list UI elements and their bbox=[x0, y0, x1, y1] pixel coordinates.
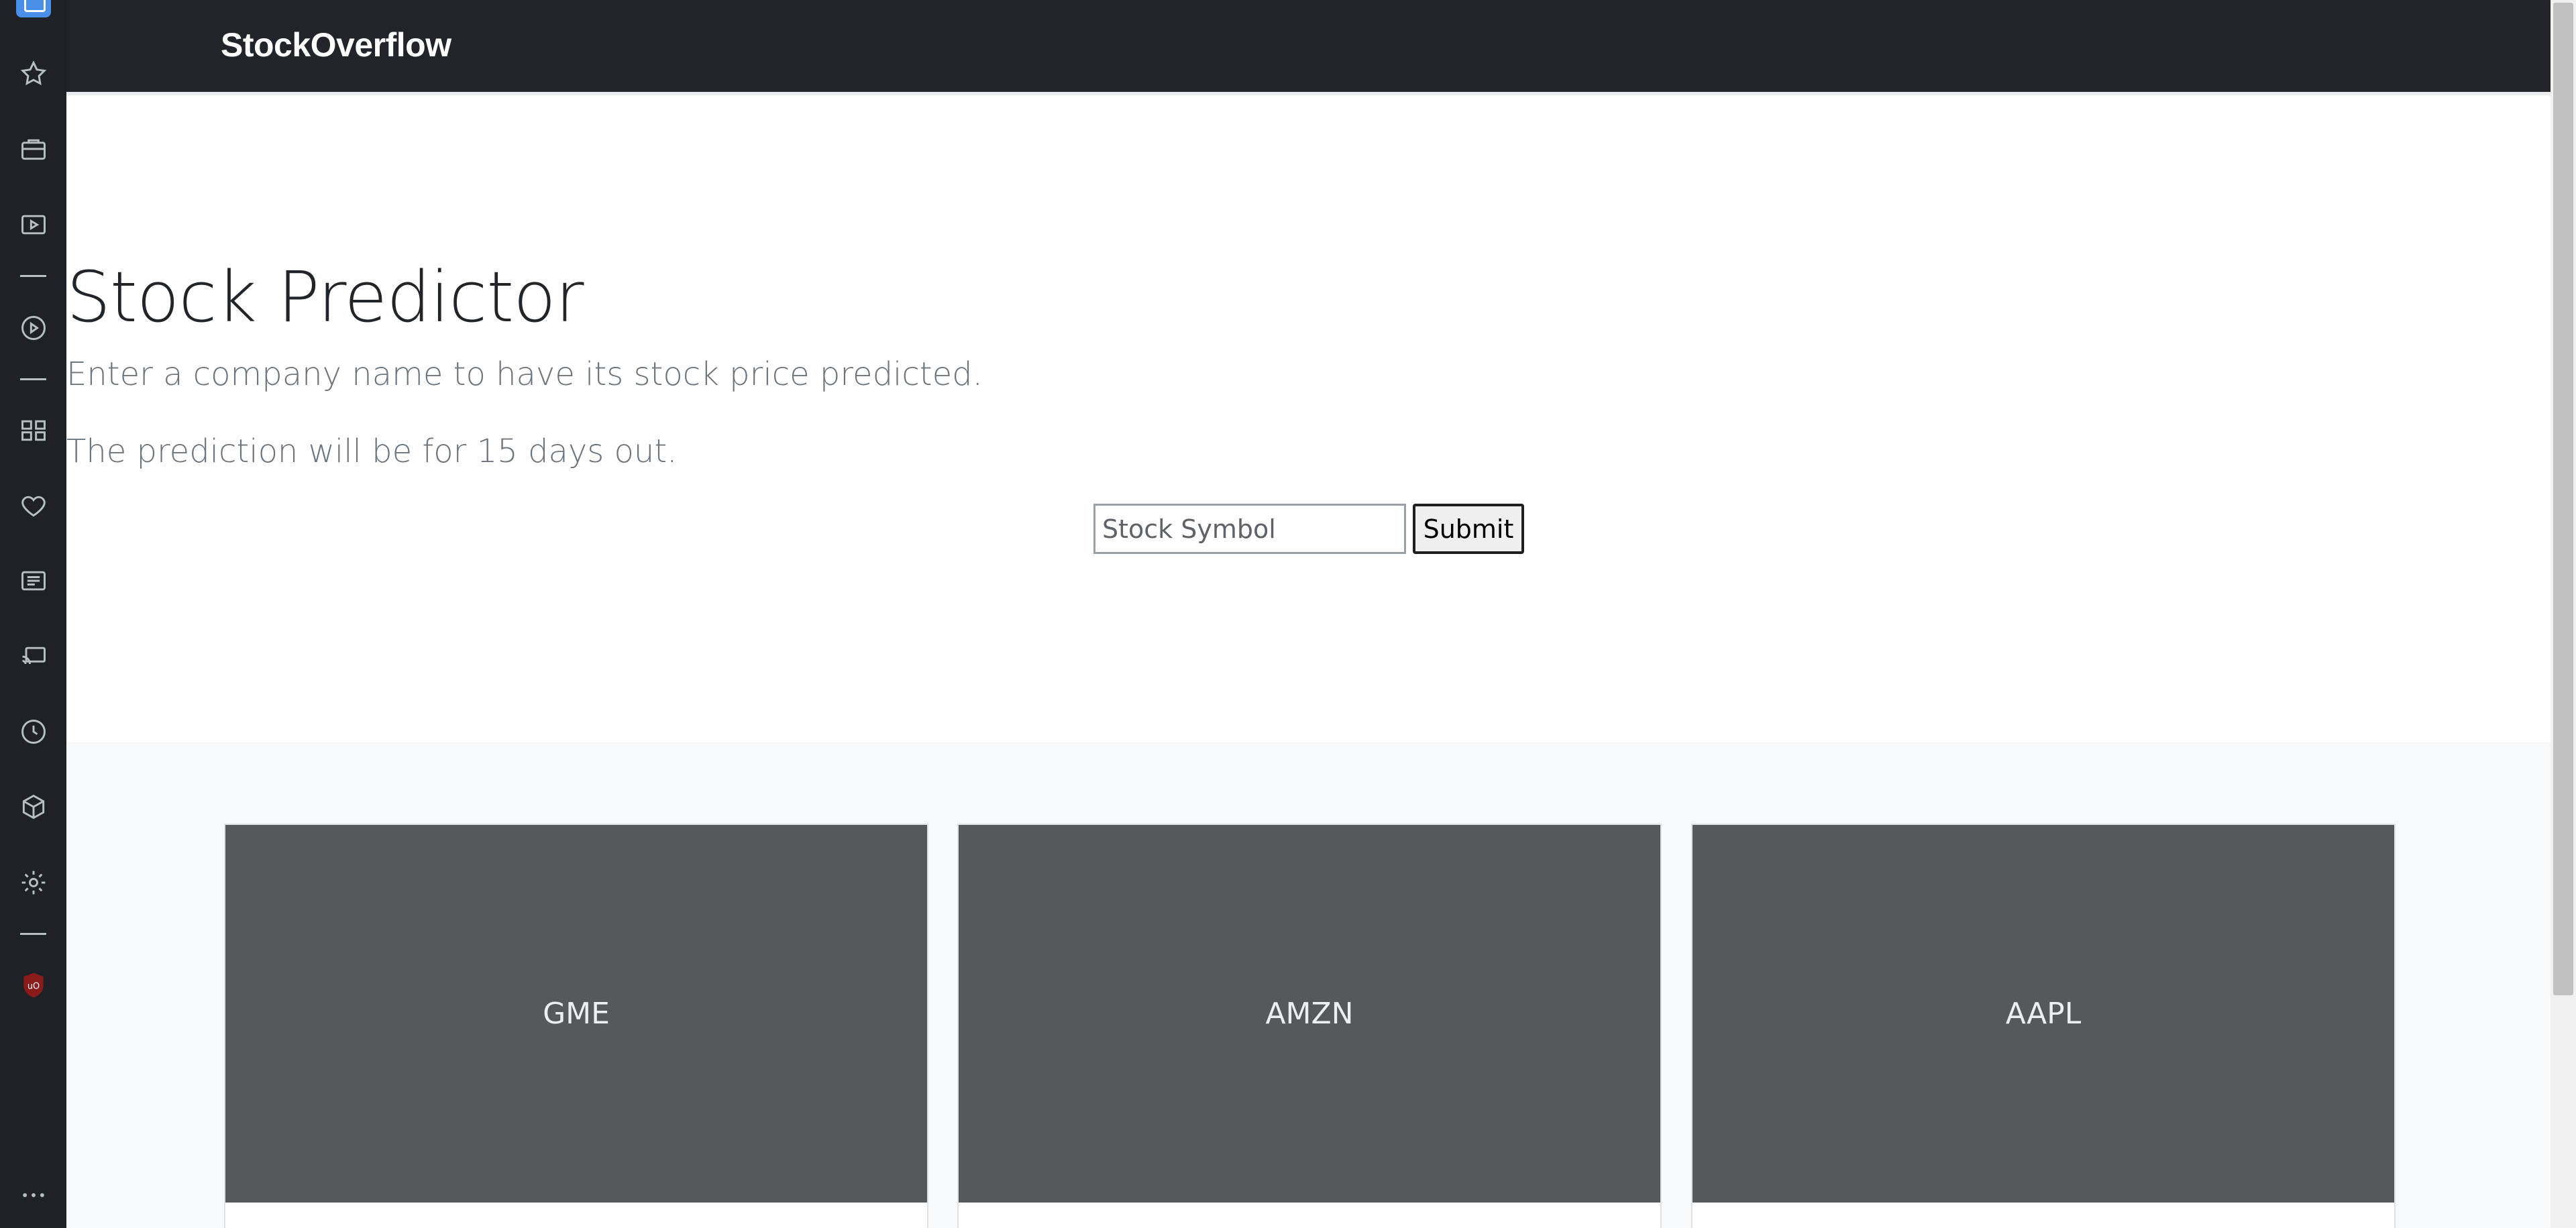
card-thumbnail[interactable]: AAPL bbox=[1693, 825, 2394, 1203]
navbar: StockOverflow bbox=[66, 0, 2551, 95]
sidebar-divider bbox=[20, 378, 46, 380]
news-icon[interactable] bbox=[0, 557, 66, 604]
history-icon[interactable] bbox=[0, 708, 66, 755]
tab-icon[interactable] bbox=[16, 0, 51, 17]
hero-lead-text: Enter a company name to have its stock p… bbox=[66, 355, 983, 393]
browser-sidebar: uO bbox=[0, 0, 66, 1228]
star-icon[interactable] bbox=[0, 50, 66, 97]
svg-text:uO: uO bbox=[27, 982, 39, 992]
apps-icon[interactable] bbox=[0, 406, 66, 453]
sidebar-divider bbox=[20, 275, 46, 277]
card-thumbnail[interactable]: AMZN bbox=[959, 825, 1660, 1203]
stock-cards-section: GME AMZN AAPL bbox=[66, 742, 2551, 1228]
hero-sub-text: The prediction will be for 15 days out. bbox=[66, 433, 678, 470]
page-scrollbar-thumb[interactable] bbox=[2553, 3, 2573, 995]
page-title: Stock Predictor bbox=[66, 256, 584, 338]
card-thumbnail[interactable]: GME bbox=[225, 825, 927, 1203]
heart-icon[interactable] bbox=[0, 482, 66, 529]
hero-section: Stock Predictor Enter a company name to … bbox=[66, 95, 2551, 742]
card-label: AAPL bbox=[2005, 997, 2082, 1031]
more-icon[interactable] bbox=[0, 1172, 66, 1219]
stock-card[interactable]: AMZN bbox=[957, 824, 1662, 1228]
video-icon[interactable] bbox=[0, 201, 66, 248]
play-icon[interactable] bbox=[0, 304, 66, 351]
stock-card[interactable]: GME bbox=[224, 824, 928, 1228]
stock-card[interactable]: AAPL bbox=[1691, 824, 2396, 1228]
submit-button[interactable]: Submit bbox=[1413, 504, 1524, 554]
ublock-icon[interactable]: uO bbox=[0, 962, 66, 1009]
brand-link[interactable]: StockOverflow bbox=[221, 25, 451, 64]
briefcase-icon[interactable] bbox=[0, 125, 66, 172]
box-icon[interactable] bbox=[0, 783, 66, 830]
cast-icon[interactable] bbox=[0, 633, 66, 680]
card-label: AMZN bbox=[1265, 997, 1354, 1031]
gear-icon[interactable] bbox=[0, 859, 66, 906]
card-label: GME bbox=[543, 997, 610, 1031]
sidebar-divider bbox=[20, 933, 46, 935]
stock-symbol-input[interactable] bbox=[1093, 504, 1406, 554]
